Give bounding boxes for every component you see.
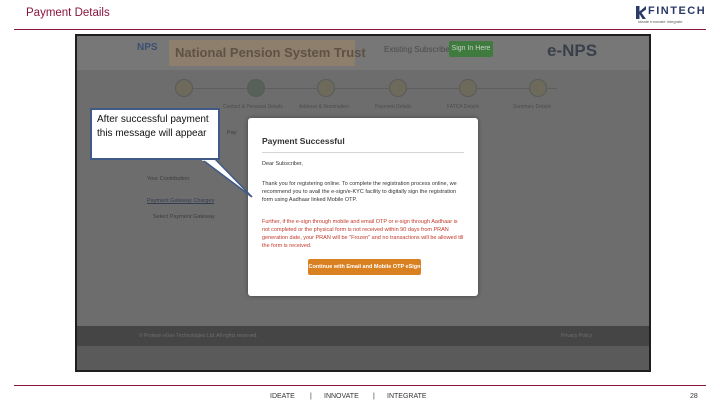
- site-footer: © Protean eGov Technologies Ltd. All rig…: [77, 326, 649, 346]
- title-divider: [14, 29, 706, 30]
- modal-warning-text: Further, if the e-sign through mobile an…: [262, 219, 464, 249]
- site-bottom-band: [77, 346, 649, 370]
- step-contact-icon: [247, 79, 265, 97]
- step-summary-icon: [529, 79, 547, 97]
- step-address-icon: [317, 79, 335, 97]
- slogan-integrate: INTEGRATE: [387, 393, 427, 400]
- modal-body-text: Thank you for registering online. To com…: [262, 181, 457, 203]
- privacy-policy-link[interactable]: Privacy Policy: [561, 333, 592, 339]
- step-label-payment: Payment Details: [375, 104, 412, 110]
- copyright-text: © Protean eGov Technologies Ltd. All rig…: [139, 333, 258, 339]
- nps-title-banner: National Pension System Trust: [169, 40, 366, 66]
- slide-title: Payment Details: [26, 7, 110, 19]
- callout-box: After successful payment this message wi…: [90, 108, 220, 160]
- steps-connector: [177, 88, 557, 89]
- modal-title: Payment Successful: [262, 136, 345, 146]
- slogan-innovate: INNOVATE: [324, 393, 359, 400]
- modal-greeting: Dear Subscriber,: [262, 161, 303, 167]
- nps-title: National Pension System Trust: [175, 45, 366, 60]
- step-label-fatca: FATCA Details: [447, 104, 480, 110]
- slogan-ideate: IDEATE: [270, 393, 295, 400]
- slogan-separator: |: [373, 393, 375, 400]
- logo-name: FINTECH: [648, 5, 707, 17]
- fintech-logo: FINTECH Ideate Innovate Integrate: [636, 5, 712, 27]
- contribution-label: Your Contribution: [147, 176, 190, 182]
- site-header: NPS National Pension System Trust Existi…: [77, 36, 649, 70]
- slogan-separator: |: [310, 393, 312, 400]
- gateway-charges-link[interactable]: Payment Gateway Charges: [147, 198, 214, 204]
- fintech-k-icon: [636, 6, 646, 19]
- slide: Payment Details FINTECH Ideate Innovate …: [0, 0, 720, 405]
- step-label-summary: Summary Details: [513, 104, 552, 110]
- step-fatca-icon: [459, 79, 477, 97]
- step-payment-icon: [389, 79, 407, 97]
- select-gateway-label: Select Payment Gateway: [153, 214, 215, 220]
- pay-label: Pay: [227, 130, 237, 136]
- existing-subscriber-label: Existing Subscriber: [384, 45, 453, 54]
- logo-tagline: Ideate Innovate Integrate: [638, 19, 683, 24]
- modal-divider: [262, 152, 464, 153]
- step-label-address: Address & Nomination: [299, 104, 349, 110]
- footer-divider: [14, 385, 706, 386]
- step-label-contact: Contact & Personal Details: [223, 104, 283, 110]
- enps-brand: e-NPS: [547, 41, 598, 60]
- payment-success-modal: Payment Successful Dear Subscriber, Than…: [248, 118, 478, 296]
- continue-esign-button[interactable]: Continue with Email and Mobile OTP eSign: [308, 259, 421, 275]
- step-personal-icon: [175, 79, 193, 97]
- nps-logo: NPS: [137, 42, 158, 53]
- sign-in-button[interactable]: Sign In Here: [449, 41, 493, 57]
- page-number: 28: [690, 393, 698, 400]
- callout-text: After successful payment this message wi…: [97, 114, 209, 139]
